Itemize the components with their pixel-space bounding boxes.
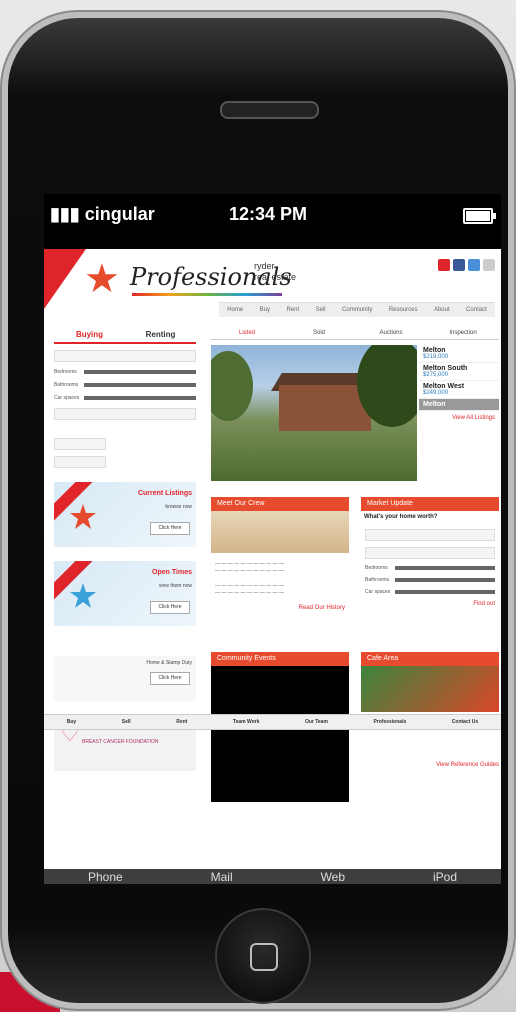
search-sidebar: Buying Renting Bedrooms Bathrooms Car sp…: [54, 327, 196, 771]
bedrooms-slider[interactable]: Bedrooms: [54, 369, 196, 375]
footer-buy[interactable]: Buy: [67, 719, 76, 725]
car-spaces-slider[interactable]: Car spaces: [54, 395, 196, 401]
home-icon[interactable]: [438, 259, 450, 271]
house-star-icon: [70, 504, 96, 529]
suburb-field[interactable]: [54, 438, 106, 450]
list-item[interactable]: Melton West $249,000: [419, 381, 499, 399]
home-type-input[interactable]: [365, 547, 495, 559]
dock-mail[interactable]: Mail: [211, 870, 233, 884]
promo-stamp-duty[interactable]: Home & Stamp Duty Click Here: [54, 656, 196, 701]
earpiece-speaker: [220, 101, 319, 119]
logo-color-bar: [132, 293, 282, 296]
rss-icon[interactable]: [483, 259, 495, 271]
social-icons: [438, 259, 495, 271]
price-range-field[interactable]: [54, 350, 196, 362]
footer-contact[interactable]: Contact Us: [452, 719, 478, 725]
nav-about[interactable]: About: [434, 307, 450, 313]
market-car-slider[interactable]: Car spaces: [365, 589, 495, 595]
footer-nav: Buy Sell Rent Team Work Our Team Profess…: [44, 714, 501, 730]
listing-tabs: Listed Sold Auctions Inspection: [211, 327, 499, 340]
carrier-label: ▮▮▮ cingular: [50, 204, 155, 224]
main-nav: Home Buy Rent Sell Community Resources A…: [219, 302, 495, 317]
nav-buy[interactable]: Buy: [260, 307, 270, 313]
current-listings-button[interactable]: Click Here: [150, 522, 190, 535]
tab-inspection[interactable]: Inspection: [427, 327, 499, 339]
battery-icon: [463, 208, 496, 224]
footer-our-team[interactable]: Our Team: [305, 719, 328, 725]
house-star-icon: [70, 583, 96, 608]
list-item[interactable]: Melton South $275,000: [419, 363, 499, 381]
status-bar: ▮▮▮ cingular 12:34 PM: [44, 194, 501, 249]
dock-phone[interactable]: Phone: [88, 870, 123, 884]
nav-home[interactable]: Home: [227, 307, 243, 313]
tab-renting[interactable]: Renting: [125, 327, 196, 342]
tab-buying[interactable]: Buying: [54, 327, 125, 342]
market-bedrooms-slider[interactable]: Bedrooms: [365, 565, 495, 571]
read-history-link[interactable]: Read Our History: [211, 605, 349, 611]
footer-sell[interactable]: Sell: [122, 719, 131, 725]
list-item[interactable]: Melton: [419, 399, 499, 411]
promo-current-listings[interactable]: Current Listings browse now Click Here: [54, 482, 196, 547]
phone-screen: ▮▮▮ cingular 12:34 PM ★ Professionals ry…: [44, 194, 501, 884]
footer-professionals[interactable]: Professionals: [373, 719, 406, 725]
crew-photo: [211, 511, 349, 553]
twitter-icon[interactable]: [468, 259, 480, 271]
nav-community[interactable]: Community: [342, 307, 372, 313]
nav-rent[interactable]: Rent: [286, 307, 299, 313]
iphone-device: ▮▮▮ cingular 12:34 PM ★ Professionals ry…: [8, 18, 508, 1004]
nav-resources[interactable]: Resources: [389, 307, 418, 313]
open-times-button[interactable]: Click Here: [150, 601, 190, 614]
dock: Phone Mail Web iPod: [44, 869, 501, 884]
tab-sold[interactable]: Sold: [283, 327, 355, 339]
meet-our-crew-box: Meet Our Crew — — — — — — — — — — — — — —…: [211, 497, 349, 637]
market-update-box: Market Update What's your home worth? Be…: [361, 497, 499, 637]
main-content: Listed Sold Auctions Inspection Melton $…: [211, 327, 499, 802]
listing-list: Melton $219,000 Melton South $275,000 Me…: [419, 345, 499, 485]
search-tabs: Buying Renting: [54, 327, 196, 344]
tab-auctions[interactable]: Auctions: [355, 327, 427, 339]
stamp-duty-button[interactable]: Click Here: [150, 672, 190, 685]
facebook-icon[interactable]: [453, 259, 465, 271]
dock-web[interactable]: Web: [321, 870, 345, 884]
star-logo-icon: ★: [84, 257, 120, 301]
property-type-select[interactable]: [54, 408, 196, 420]
reference-guides-link[interactable]: View Reference Guides: [361, 762, 499, 768]
header-red-corner: [44, 249, 86, 309]
dock-ipod[interactable]: iPod: [433, 870, 457, 884]
nav-sell[interactable]: Sell: [316, 307, 326, 313]
clock: 12:34 PM: [229, 204, 308, 224]
search-button[interactable]: [54, 456, 106, 468]
promo-open-times[interactable]: Open Times view them now Click Here: [54, 561, 196, 626]
home-value-input[interactable]: [365, 529, 495, 541]
home-button[interactable]: [215, 908, 311, 1004]
agency-name: ryder real estate: [254, 261, 297, 282]
footer-team-work[interactable]: Team Work: [233, 719, 260, 725]
cafe-area-box: Cafe Area: [361, 652, 499, 712]
footer-rent[interactable]: Rent: [176, 719, 187, 725]
tab-listed[interactable]: Listed: [211, 327, 283, 339]
market-bathrooms-slider[interactable]: Bathrooms: [365, 577, 495, 583]
webpage: ★ Professionals ryder real estate Home B…: [44, 249, 501, 869]
view-all-listings-link[interactable]: View All Listings: [419, 415, 499, 421]
nav-contact[interactable]: Contact: [466, 307, 487, 313]
list-item[interactable]: Melton $219,000: [419, 345, 499, 363]
find-out-link[interactable]: Find out: [361, 601, 499, 607]
featured-property-photo[interactable]: [211, 345, 417, 481]
bathrooms-slider[interactable]: Bathrooms: [54, 382, 196, 388]
